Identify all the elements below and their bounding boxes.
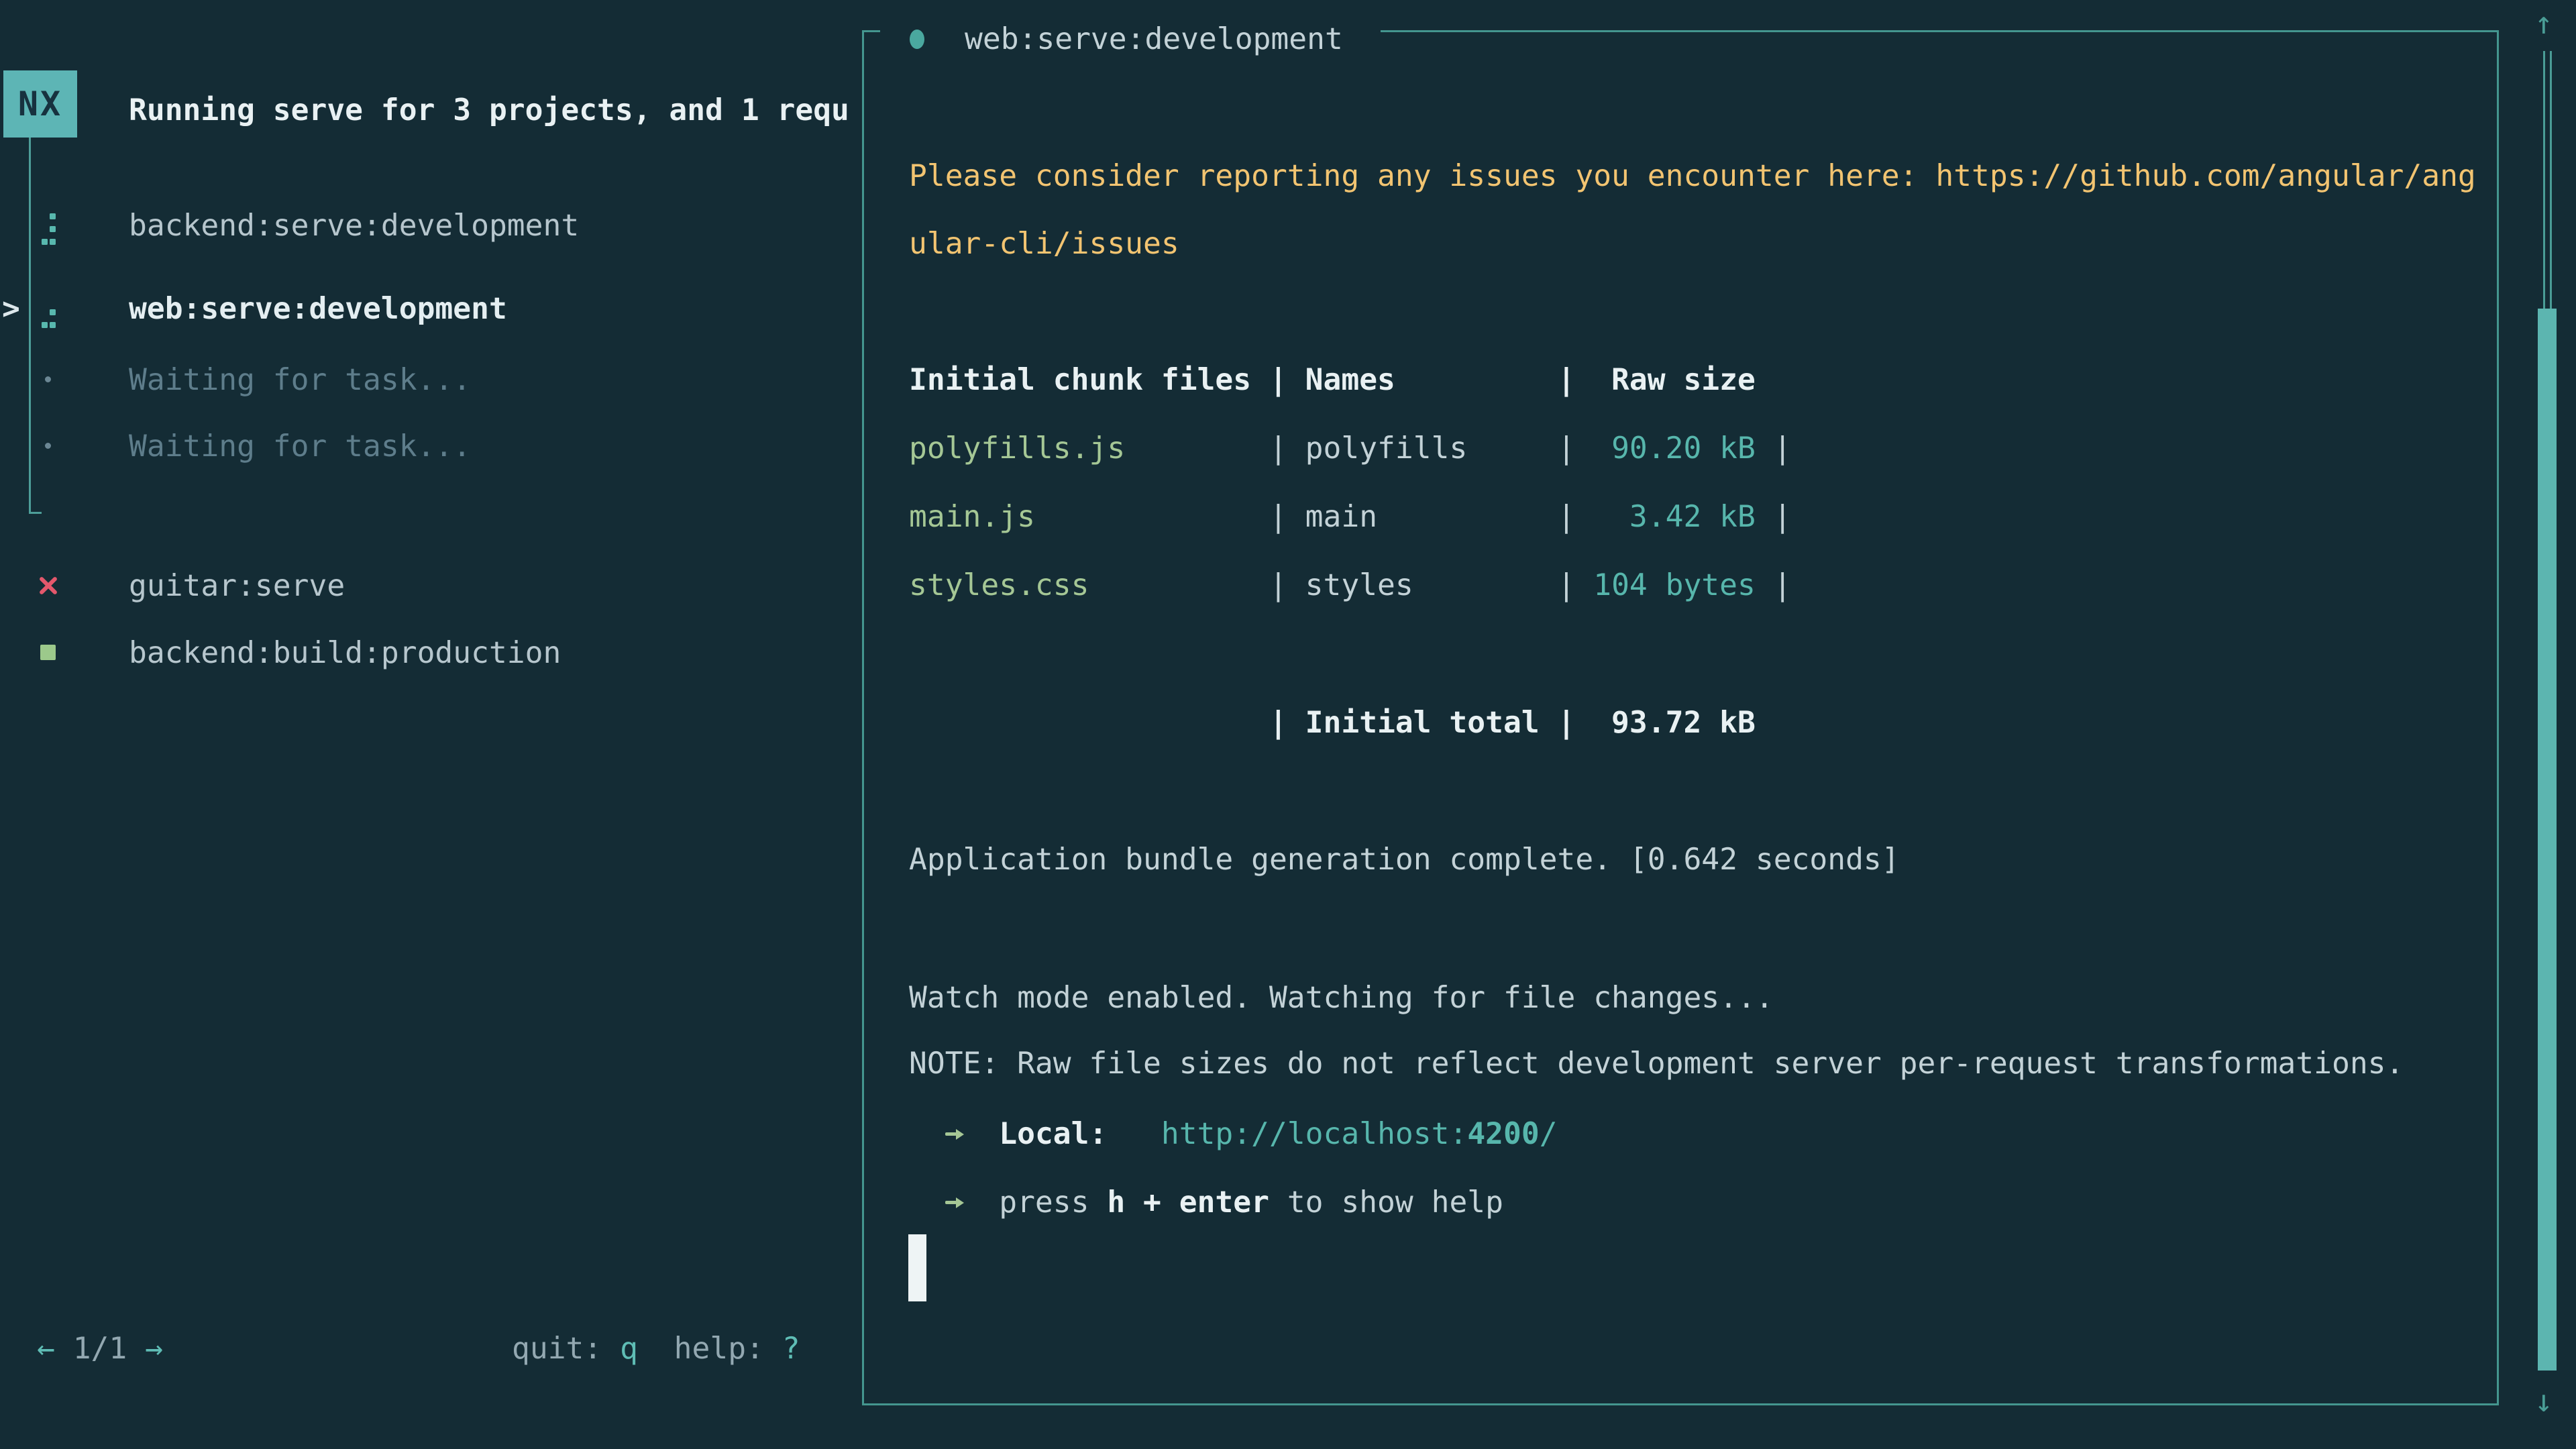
help-key: ? <box>782 1331 800 1366</box>
terminal-text: 104 bytes <box>1575 568 1755 602</box>
terminal-text: | main | <box>1035 499 1575 534</box>
sidebar-task-2[interactable]: Waiting for task... <box>129 362 471 397</box>
scrollbar-track[interactable] <box>2550 51 2552 309</box>
panel-title: web:serve:development <box>965 21 1343 56</box>
url-link[interactable]: ular-cli/issues <box>909 226 1179 261</box>
waiting-dot-icon <box>45 443 51 449</box>
terminal-line: Please consider reporting any issues you… <box>909 158 2476 193</box>
url-link[interactable]: https://github.com/angular/ang <box>1935 158 2475 193</box>
terminal-text: polyfills.js <box>909 431 1125 466</box>
terminal-text: Application bundle generation complete. … <box>909 842 1900 877</box>
pointer-arrow-icon <box>945 1201 957 1204</box>
terminal-text: to show help <box>1269 1185 1503 1220</box>
terminal-text: | polyfills | <box>1125 431 1575 466</box>
sidebar-task-3[interactable]: Waiting for task... <box>129 429 471 464</box>
terminal-line: | Initial total | 93.72 kB <box>909 705 1756 740</box>
scroll-down-icon[interactable]: ↓ <box>2534 1383 2553 1418</box>
terminal-line: NOTE: Raw file sizes do not reflect deve… <box>909 1046 2404 1081</box>
quit-key: q <box>620 1331 638 1366</box>
nx-logo-badge: NX <box>3 70 77 138</box>
terminal-line: main.js | main | 3.42 kB | <box>909 499 1792 534</box>
pager: ← 1/1 → <box>37 1331 163 1366</box>
scrollbar-track[interactable] <box>2543 51 2545 309</box>
terminal-line: Local: http://localhost:4200/ <box>909 1116 1558 1151</box>
terminal-text: | <box>1756 568 1792 602</box>
running-status-dot-icon <box>910 30 924 49</box>
terminal-text: main.js <box>909 499 1035 534</box>
terminal-text: press <box>909 1185 1107 1220</box>
spinner-icon <box>42 297 59 329</box>
terminal-text: 90.20 kB <box>1575 431 1755 466</box>
url-link[interactable]: 4200 <box>1467 1116 1539 1151</box>
task-tree-line <box>29 138 31 514</box>
sidebar-task-5[interactable]: backend:build:production <box>129 635 561 670</box>
terminal-text: h + enter <box>1107 1185 1269 1220</box>
pointer-arrow-icon <box>945 1132 957 1136</box>
pager-prev-icon[interactable]: ← <box>37 1331 55 1366</box>
terminal-text: | styles | <box>1089 568 1575 602</box>
waiting-dot-icon <box>45 376 51 382</box>
keyboard-hints: quit: q help: ? <box>512 1331 800 1366</box>
task-tree-line-foot <box>29 512 42 514</box>
pager-page-indicator: 1/1 <box>55 1331 145 1366</box>
selected-task-pointer-icon: > <box>2 291 20 326</box>
sidebar-task-4[interactable]: guitar:serve <box>129 568 345 603</box>
sidebar-task-1[interactable]: web:serve:development <box>129 291 507 326</box>
terminal-text: 3.42 kB <box>1575 499 1755 534</box>
sidebar-task-0[interactable]: backend:serve:development <box>129 208 579 243</box>
terminal-line: styles.css | styles | 104 bytes | <box>909 568 1792 602</box>
help-hint-label: help: <box>638 1331 782 1366</box>
scroll-up-icon[interactable]: ↑ <box>2534 5 2553 40</box>
terminal-line: polyfills.js | polyfills | 90.20 kB | <box>909 431 1792 466</box>
terminal-text: Please consider reporting any issues you… <box>909 158 1935 193</box>
terminal-text: Local: <box>999 1116 1107 1151</box>
url-link[interactable]: http://localhost: <box>1161 1116 1467 1151</box>
spinner-icon <box>42 213 59 246</box>
terminal-text <box>1107 1116 1161 1151</box>
terminal-line: Initial chunk files | Names | Raw size <box>909 362 1756 397</box>
terminal-cursor <box>908 1234 926 1301</box>
error-icon <box>38 576 58 596</box>
terminal-line: Watch mode enabled. Watching for file ch… <box>909 980 1774 1015</box>
terminal-text: Watch mode enabled. Watching for file ch… <box>909 980 1774 1015</box>
terminal-line: Application bundle generation complete. … <box>909 842 1900 877</box>
success-icon <box>40 645 56 660</box>
terminal-line: ular-cli/issues <box>909 226 1179 261</box>
terminal-line: press h + enter to show help <box>909 1185 1503 1220</box>
terminal-text: | <box>1756 431 1792 466</box>
scrollbar-thumb[interactable] <box>2538 309 2557 1371</box>
terminal-text: NOTE: Raw file sizes do not reflect deve… <box>909 1046 2404 1081</box>
terminal-text: Initial chunk files | Names | Raw size <box>909 362 1756 397</box>
page-title: Running serve for 3 projects, and 1 requ <box>129 93 849 127</box>
terminal-text: | <box>1756 499 1792 534</box>
pager-next-icon[interactable]: → <box>145 1331 163 1366</box>
quit-hint-label: quit: <box>512 1331 620 1366</box>
url-link[interactable]: / <box>1540 1116 1558 1151</box>
terminal-text: | Initial total | 93.72 kB <box>909 705 1756 740</box>
terminal-text: styles.css <box>909 568 1089 602</box>
